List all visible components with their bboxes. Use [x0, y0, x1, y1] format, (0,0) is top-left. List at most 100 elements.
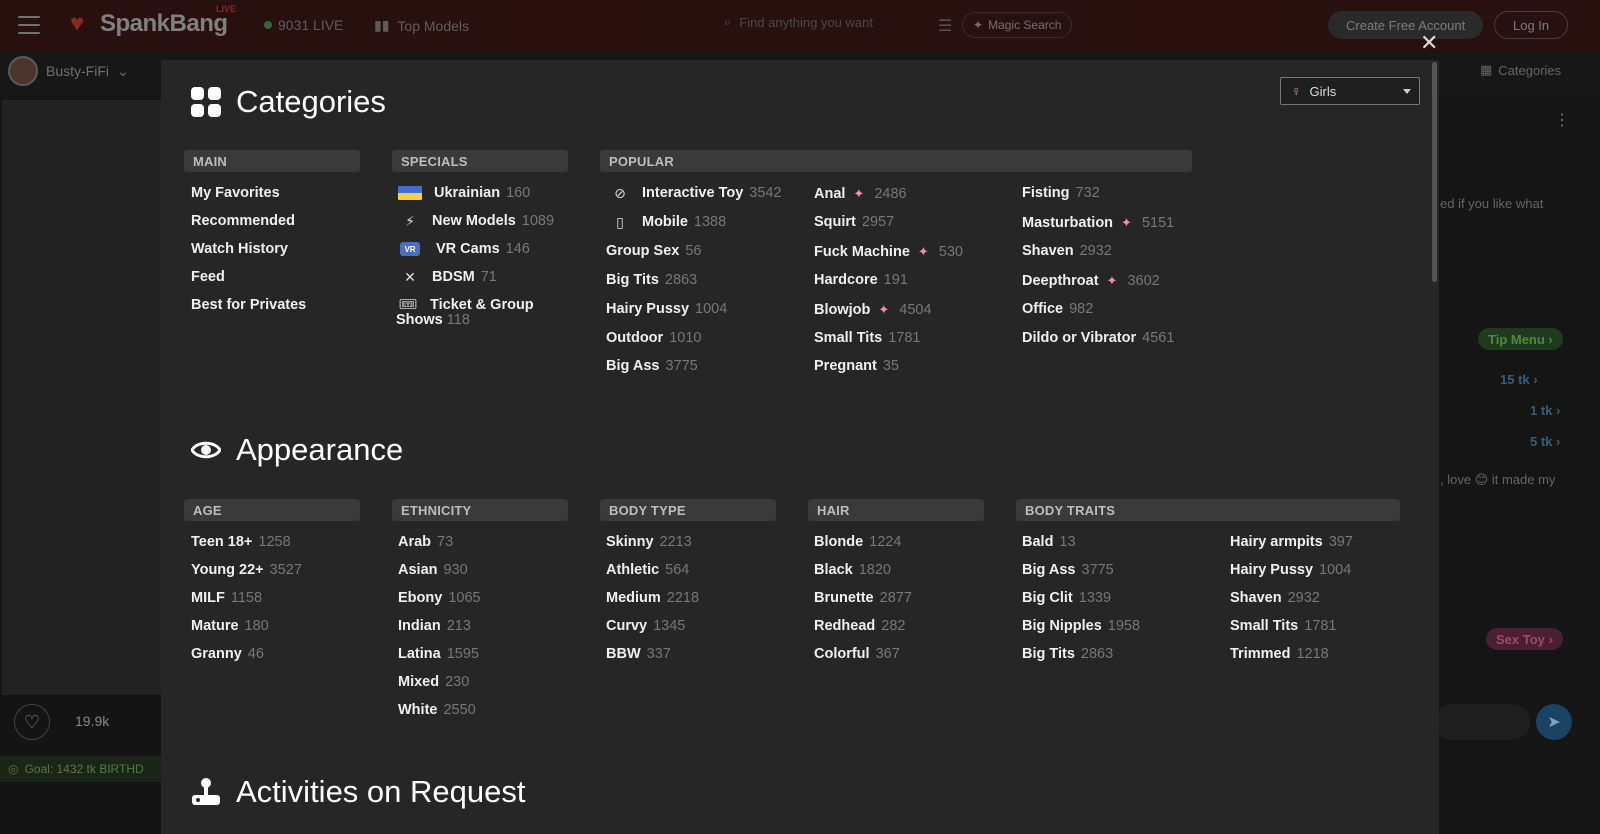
ethnicity-item-latina[interactable]: Latina 1595 — [398, 646, 479, 662]
more-options-icon[interactable]: ⋮ — [1554, 110, 1570, 130]
live-count[interactable]: 9031 LIVE — [264, 17, 343, 33]
popular-item-small-tits[interactable]: Small Tits 1781 — [814, 330, 921, 346]
age-item-mature[interactable]: Mature 180 — [191, 618, 269, 634]
popular-item-shaven[interactable]: Shaven 2932 — [1022, 243, 1112, 259]
popular-item-outdoor[interactable]: Outdoor 1010 — [606, 330, 701, 346]
hair-item-redhead[interactable]: Redhead 282 — [814, 618, 905, 634]
ethnicity-item-arab[interactable]: Arab 73 — [398, 534, 453, 550]
specials-item-ticket-group-shows[interactable]: 🎟 Ticket & Group Shows 118 — [396, 298, 556, 328]
main-item-feed[interactable]: Feed — [191, 269, 225, 285]
body-type-item-skinny[interactable]: Skinny 2213 — [606, 534, 692, 550]
tip-menu-button[interactable]: Tip Menu › — [1478, 328, 1563, 350]
tip-row[interactable]: 1 tk › — [1530, 403, 1560, 418]
chat-input[interactable] — [1434, 704, 1530, 740]
body-traits-item-shaven[interactable]: Shaven 2932 — [1230, 590, 1320, 606]
magic-search-button[interactable]: ✦ Magic Search — [962, 12, 1073, 38]
body-traits-item-small-tits[interactable]: Small Tits 1781 — [1230, 618, 1337, 634]
body-traits-item-big-clit[interactable]: Big Clit 1339 — [1022, 590, 1111, 606]
popular-item-hairy-pussy[interactable]: Hairy Pussy 1004 — [606, 301, 727, 317]
main-item-recommended[interactable]: Recommended — [191, 213, 295, 229]
close-icon[interactable]: ✕ — [1420, 32, 1438, 54]
item-label: Arab — [398, 534, 432, 550]
main-item-my-favorites[interactable]: My Favorites — [191, 185, 280, 201]
gender-select[interactable]: ♀ Girls — [1280, 77, 1420, 105]
item-label: White — [398, 702, 438, 718]
specials-item-bdsm[interactable]: ✕ BDSM 71 — [398, 269, 497, 286]
background-categories-button[interactable]: ▦ Categories — [1480, 62, 1561, 78]
popular-item-big-ass[interactable]: Big Ass 3775 — [606, 358, 698, 374]
body-type-item-athletic[interactable]: Athletic 564 — [606, 562, 689, 578]
ethnicity-item-mixed[interactable]: Mixed 230 — [398, 674, 469, 690]
popular-item-pregnant[interactable]: Pregnant 35 — [814, 358, 899, 374]
appearance-section-title: Appearance — [190, 432, 403, 468]
specials-item-ukrainian[interactable]: Ukrainian 160 — [398, 185, 530, 201]
body-type-item-bbw[interactable]: BBW 337 — [606, 646, 671, 662]
item-label: Office — [1022, 301, 1064, 317]
tip-row[interactable]: 5 tk › — [1530, 434, 1560, 449]
body-traits-item-hairy-pussy[interactable]: Hairy Pussy 1004 — [1230, 562, 1351, 578]
specials-item-new-models[interactable]: ⚡ New Models 1089 — [398, 213, 554, 230]
popular-item-interactive-toy[interactable]: ⊘ Interactive Toy 3542 — [608, 185, 781, 202]
popular-item-big-tits[interactable]: Big Tits 2863 — [606, 272, 697, 288]
create-account-button[interactable]: Create Free Account — [1328, 11, 1484, 39]
age-item-granny[interactable]: Granny 46 — [191, 646, 264, 662]
popular-item-deepthroat[interactable]: Deepthroat ✦ 3602 — [1022, 273, 1160, 289]
filter-sliders-icon[interactable]: ☰ — [938, 16, 958, 35]
body-traits-item-big-nipples[interactable]: Big Nipples 1958 — [1022, 618, 1140, 634]
modal-scrollbar[interactable] — [1432, 62, 1437, 282]
ethnicity-item-asian[interactable]: Asian 930 — [398, 562, 468, 578]
hair-item-blonde[interactable]: Blonde 1224 — [814, 534, 901, 550]
tip-row[interactable]: 15 tk › — [1500, 372, 1538, 387]
popular-item-office[interactable]: Office 982 — [1022, 301, 1093, 317]
age-item-teen[interactable]: Teen 18+ 1258 — [191, 534, 291, 550]
body-traits-item-trimmed[interactable]: Trimmed 1218 — [1230, 646, 1329, 662]
item-count: 732 — [1075, 185, 1100, 201]
item-count: 2863 — [1080, 646, 1114, 662]
age-item-young[interactable]: Young 22+ 3527 — [191, 562, 302, 578]
ethnicity-item-indian[interactable]: Indian 213 — [398, 618, 471, 634]
send-button[interactable]: ➤ — [1536, 704, 1572, 740]
hair-item-brunette[interactable]: Brunette 2877 — [814, 590, 912, 606]
item-label: Squirt — [814, 214, 856, 230]
hamburger-menu-icon[interactable] — [18, 16, 40, 34]
item-count: 1781 — [888, 330, 921, 346]
popular-item-hardcore[interactable]: Hardcore 191 — [814, 272, 908, 288]
body-type-item-curvy[interactable]: Curvy 1345 — [606, 618, 685, 634]
site-logo[interactable]: ♥ SpankBang LIVE — [70, 4, 236, 38]
hair-item-black[interactable]: Black 1820 — [814, 562, 891, 578]
ethnicity-item-ebony[interactable]: Ebony 1065 — [398, 590, 481, 606]
ethnicity-item-white[interactable]: White 2550 — [398, 702, 476, 718]
search-input[interactable]: ⌕ Find anything you want — [724, 14, 873, 30]
specials-item-vr-cams[interactable]: VR VR Cams 146 — [400, 241, 530, 257]
main-item-best-for-privates[interactable]: Best for Privates — [191, 297, 306, 313]
top-models-link[interactable]: ▮▮ Top Models — [374, 17, 469, 34]
popular-item-anal[interactable]: Anal ✦ 2486 — [814, 186, 907, 202]
item-count: 3775 — [665, 358, 698, 374]
body-traits-item-big-ass[interactable]: Big Ass 3775 — [1022, 562, 1114, 578]
popular-item-blowjob[interactable]: Blowjob ✦ 4504 — [814, 302, 932, 318]
login-button[interactable]: Log In — [1494, 11, 1569, 39]
age-item-milf[interactable]: MILF 1158 — [191, 590, 262, 606]
popular-item-masturbation[interactable]: Masturbation ✦ 5151 — [1022, 215, 1174, 231]
like-button[interactable]: ♡ — [14, 704, 50, 740]
popular-item-fuck-machine[interactable]: Fuck Machine ✦ 530 — [814, 244, 963, 260]
video-player[interactable] — [2, 100, 162, 695]
item-label: Hairy Pussy — [1230, 562, 1314, 578]
item-count: 1004 — [1319, 562, 1352, 578]
body-traits-item-big-tits[interactable]: Big Tits 2863 — [1022, 646, 1113, 662]
body-traits-item-hairy-armpits[interactable]: Hairy armpits 397 — [1230, 534, 1353, 550]
item-label: Blonde — [814, 534, 864, 550]
item-label: Brunette — [814, 590, 874, 606]
sex-toy-button[interactable]: Sex Toy › — [1486, 628, 1563, 650]
hair-item-colorful[interactable]: Colorful 367 — [814, 646, 900, 662]
popular-item-mobile[interactable]: ▯ Mobile 1388 — [608, 214, 726, 231]
main-item-watch-history[interactable]: Watch History — [191, 241, 288, 257]
model-selector[interactable]: Busty-FiFi ⌄ — [8, 56, 129, 86]
popular-item-group-sex[interactable]: Group Sex 56 — [606, 243, 701, 259]
popular-item-fisting[interactable]: Fisting 732 — [1022, 185, 1100, 201]
popular-item-squirt[interactable]: Squirt 2957 — [814, 214, 894, 230]
popular-item-dildo-or-vibrator[interactable]: Dildo or Vibrator 4561 — [1022, 330, 1174, 346]
item-label: Big Ass — [1022, 562, 1076, 578]
body-type-item-medium[interactable]: Medium 2218 — [606, 590, 699, 606]
body-traits-item-bald[interactable]: Bald 13 — [1022, 534, 1076, 550]
